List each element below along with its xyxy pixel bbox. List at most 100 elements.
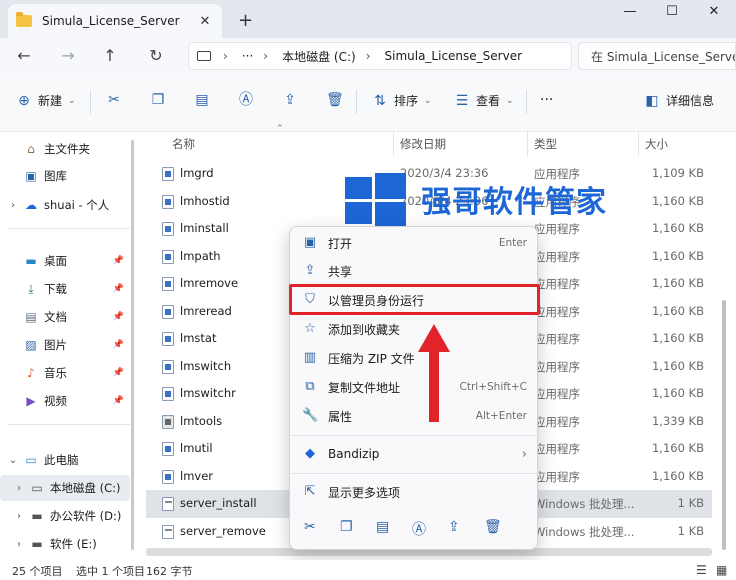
sidebar-divider xyxy=(8,424,130,425)
zip-icon: ▥ xyxy=(303,350,317,365)
chevron-right-icon: › xyxy=(365,49,371,63)
sidebar-item-drive-e[interactable]: › ▬ 软件 (E:) xyxy=(0,531,130,557)
search-input[interactable]: 在 Simula_License_Server xyxy=(578,42,736,70)
file-type: Windows 批处理... xyxy=(534,524,635,539)
sidebar-item-documents[interactable]: ▤ 文档 📌 xyxy=(0,304,130,330)
rename-icon[interactable]: Ⓐ xyxy=(412,519,426,539)
copy-icon[interactable]: ❐ xyxy=(150,92,166,108)
chevron-right-icon[interactable]: › xyxy=(12,483,26,494)
copy-icon[interactable]: ❐ xyxy=(340,519,353,535)
sidebar-item-gallery[interactable]: ▣ 图库 xyxy=(0,163,130,189)
more-button[interactable]: ··· xyxy=(540,92,553,108)
details-pane-button[interactable]: ◧ 详细信息 xyxy=(644,92,714,109)
column-header-size[interactable]: 大小 xyxy=(645,132,668,156)
breadcrumb-overflow[interactable]: ··· xyxy=(242,49,253,63)
sidebar-item-label: 音乐 xyxy=(44,366,67,380)
tiles-view-icon[interactable]: ▦ xyxy=(716,563,727,577)
column-header-type[interactable]: 类型 xyxy=(534,132,557,156)
view-button[interactable]: ☰ 查看 ⌄ xyxy=(454,92,514,109)
list-scrollbar[interactable] xyxy=(722,300,726,550)
refresh-button[interactable]: ↻ xyxy=(146,46,166,65)
app-file-icon xyxy=(162,304,174,319)
menu-item-open[interactable]: ▣ 打开 Enter xyxy=(290,229,539,257)
breadcrumb-folder[interactable]: Simula_License_Server xyxy=(385,49,523,63)
sidebar-item-desktop[interactable]: ▬ 桌面 📌 xyxy=(0,248,130,274)
file-name: lmswitchr xyxy=(180,386,236,400)
rename-icon[interactable]: Ⓐ xyxy=(238,92,254,108)
watermark-logo: 强哥软件管家 xyxy=(345,171,615,231)
share-icon[interactable]: ⇪ xyxy=(282,92,298,108)
chevron-right-icon[interactable]: › xyxy=(12,511,26,522)
breadcrumb-drive-c[interactable]: 本地磁盘 (C:) xyxy=(282,48,356,65)
new-button[interactable]: ⊕ 新建 ⌄ xyxy=(16,92,75,109)
selected-size: 162 字节 xyxy=(146,565,193,578)
menu-item-bandizip[interactable]: ◆ Bandizip › xyxy=(290,440,539,468)
chevron-right-icon: › xyxy=(263,49,269,63)
sidebar-item-drive-c[interactable]: › ▭ 本地磁盘 (C:) xyxy=(0,475,130,501)
sort-icon: ⇅ xyxy=(374,92,386,109)
file-size: 1,160 KB xyxy=(651,441,704,455)
sidebar-item-this-pc[interactable]: ⌄ ▭ 此电脑 xyxy=(0,447,130,473)
sidebar-item-pictures[interactable]: ▨ 图片 📌 xyxy=(0,332,130,358)
maximize-button[interactable]: ☐ xyxy=(652,4,692,26)
chevron-right-icon[interactable]: › xyxy=(12,539,26,550)
menu-item-show-more[interactable]: ⇱ 显示更多选项 xyxy=(290,478,539,506)
sidebar-item-music[interactable]: ♪ 音乐 📌 xyxy=(0,360,130,386)
menu-divider xyxy=(290,473,539,474)
tab-simula-license-server[interactable]: Simula_License_Server ✕ xyxy=(8,4,222,38)
file-size: 1,109 KB xyxy=(651,166,704,180)
chevron-down-icon[interactable]: ⌄ xyxy=(6,455,20,466)
sort-button[interactable]: ⇅ 排序 ⌄ xyxy=(372,92,431,109)
app-file-icon xyxy=(162,167,174,181)
forward-button[interactable]: → xyxy=(58,46,78,65)
back-button[interactable]: ← xyxy=(14,46,34,65)
file-name: lmtools xyxy=(180,413,223,428)
app-file-icon xyxy=(162,469,174,484)
sidebar-item-label: 此电脑 xyxy=(44,453,79,467)
delete-icon[interactable]: 🗑 xyxy=(326,92,344,108)
up-button[interactable]: ↑ xyxy=(100,46,120,65)
minimize-button[interactable]: — xyxy=(610,4,650,26)
paste-icon[interactable]: ▤ xyxy=(194,92,210,108)
chevron-right-icon[interactable]: › xyxy=(6,200,20,211)
sidebar-item-label: 本地磁盘 (C:) xyxy=(50,481,121,495)
column-divider[interactable] xyxy=(393,132,394,156)
batch-file-icon xyxy=(162,497,174,511)
delete-icon[interactable]: 🗑 xyxy=(484,519,502,535)
sidebar-item-drive-d[interactable]: › ▬ 办公软件 (D:) xyxy=(0,503,130,529)
sidebar-item-home[interactable]: ⌂ 主文件夹 xyxy=(0,136,130,162)
details-view-icon[interactable]: ☰ xyxy=(696,563,707,577)
file-size: 1,160 KB xyxy=(651,331,704,345)
sidebar-scrollbar[interactable] xyxy=(131,140,134,550)
sidebar-item-label: 办公软件 (D:) xyxy=(50,509,122,523)
desktop-icon: ▬ xyxy=(25,254,37,268)
cut-icon[interactable]: ✂ xyxy=(106,92,122,108)
column-divider[interactable] xyxy=(638,132,639,156)
view-icon: ☰ xyxy=(455,92,469,109)
batch-file-icon xyxy=(162,524,174,539)
column-header-date[interactable]: 修改日期 xyxy=(400,132,446,156)
chevron-down-icon: ⌄ xyxy=(506,95,514,106)
more-options-icon: ⇱ xyxy=(304,484,316,499)
sidebar-item-label: 图库 xyxy=(44,169,67,183)
file-type: 应用程序 xyxy=(534,359,580,374)
column-divider[interactable] xyxy=(527,132,528,156)
address-bar[interactable]: › ··· › 本地磁盘 (C:) › Simula_License_Serve… xyxy=(188,42,572,70)
sidebar-item-label: 图片 xyxy=(44,338,67,352)
file-size: 1,160 KB xyxy=(651,276,704,290)
menu-item-share[interactable]: ⇪ 共享 xyxy=(290,257,539,285)
sidebar-item-downloads[interactable]: ⤓ 下载 📌 xyxy=(0,276,130,302)
share-icon[interactable]: ⇪ xyxy=(448,519,460,535)
sidebar-item-onedrive[interactable]: › ☁ shuai - 个人 xyxy=(0,192,130,218)
tab-close-button[interactable]: ✕ xyxy=(196,14,214,29)
new-tab-button[interactable]: + xyxy=(238,10,253,31)
paste-icon[interactable]: ▤ xyxy=(376,519,389,535)
pictures-icon: ▨ xyxy=(25,338,37,352)
app-file-icon xyxy=(162,387,174,401)
file-type: 应用程序 xyxy=(534,469,580,484)
close-window-button[interactable]: ✕ xyxy=(694,4,734,26)
cut-icon[interactable]: ✂ xyxy=(304,519,316,535)
column-header-name[interactable]: 名称 xyxy=(172,132,195,156)
sidebar-item-videos[interactable]: ▶ 视频 📌 xyxy=(0,388,130,414)
file-name: server_install xyxy=(180,496,257,510)
